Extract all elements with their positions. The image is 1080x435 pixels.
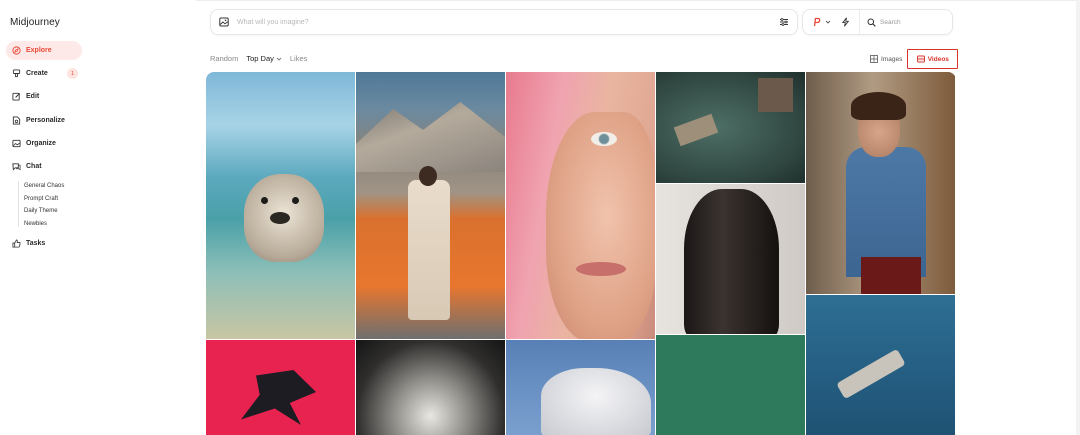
personalize-icon (11, 115, 21, 125)
filter-likes[interactable]: Likes (290, 54, 308, 63)
app-root: Midjourney Explore Create 1 Edit Persona… (0, 0, 1080, 435)
search-input[interactable]: Search (880, 19, 901, 26)
explore-gallery (206, 72, 956, 435)
filter-top-day-label: Top Day (246, 54, 274, 63)
brush-icon (11, 69, 21, 79)
gallery-item-pink-hair-woman[interactable] (506, 72, 655, 339)
gallery-item-runner-red[interactable] (206, 340, 355, 435)
sidebar-item-edit[interactable]: Edit (6, 87, 186, 106)
filter-top-day[interactable]: Top Day (246, 54, 282, 63)
sidebar-item-label: Organize (26, 139, 56, 147)
sidebar-item-label: Personalize (26, 116, 65, 124)
chat-room-general-chaos[interactable]: General Chaos (24, 180, 64, 193)
film-icon (916, 55, 925, 63)
sidebar-item-label: Chat (26, 162, 42, 170)
app-logo[interactable]: Midjourney (10, 17, 60, 28)
toolbox-actions (803, 10, 860, 34)
prompt-bar[interactable]: What will you imagine? (210, 9, 798, 35)
sidebar-item-create[interactable]: Create 1 (6, 64, 186, 83)
chat-rooms-divider (18, 181, 19, 227)
sidebar-nav: Explore Create 1 Edit Personalize Organi… (6, 41, 186, 180)
chat-room-newbies[interactable]: Newbies (24, 218, 64, 231)
chat-rooms-list: General Chaos Prompt Craft Daily Theme N… (24, 180, 64, 231)
sidebar-item-tasks[interactable]: Tasks (6, 234, 45, 253)
thumbs-up-icon (11, 239, 21, 249)
lightning-icon[interactable] (841, 17, 850, 27)
sort-filters: Random Top Day Likes (210, 54, 307, 63)
gallery-item-black-hair[interactable] (656, 184, 805, 334)
sidebar-item-personalize[interactable]: Personalize (6, 111, 186, 130)
gallery-item-rhino-statue[interactable] (506, 340, 655, 435)
chat-room-prompt-craft[interactable]: Prompt Craft (24, 193, 64, 206)
sidebar-item-organize[interactable]: Organize (6, 134, 186, 153)
create-count-badge: 1 (67, 68, 78, 80)
sidebar-item-label: Create (26, 70, 48, 78)
page-scrollbar[interactable] (1076, 0, 1080, 435)
gallery-item-boat-sea[interactable] (806, 295, 955, 435)
image-folder-icon (11, 138, 21, 148)
tab-images[interactable]: Images (866, 49, 906, 69)
sidebar-item-label: Edit (26, 93, 40, 101)
filter-random[interactable]: Random (210, 54, 238, 63)
gallery-item-fishing-boat[interactable] (656, 72, 805, 183)
search-icon (867, 18, 876, 27)
image-grid-icon (870, 55, 878, 63)
chevron-down-icon (276, 57, 282, 61)
tab-videos[interactable]: Videos (907, 49, 959, 69)
tab-images-label: Images (881, 55, 903, 63)
gallery-item-man-in-suit[interactable] (356, 72, 505, 339)
p-icon[interactable] (812, 17, 821, 27)
sidebar-item-chat[interactable]: Chat (6, 157, 186, 176)
chat-icon (11, 161, 21, 171)
chat-room-daily-theme[interactable]: Daily Theme (24, 205, 64, 218)
sidebar-item-label: Tasks (26, 240, 46, 247)
sliders-icon[interactable] (779, 17, 789, 27)
image-icon[interactable] (219, 17, 229, 27)
compass-icon (11, 46, 21, 56)
edit-icon (11, 92, 21, 102)
tab-videos-label: Videos (927, 55, 949, 63)
search-box[interactable]: Search (860, 18, 901, 27)
gallery-item-crystal-dome[interactable] (356, 340, 505, 435)
sidebar-item-label: Explore (26, 47, 52, 54)
sidebar-item-explore[interactable]: Explore (6, 41, 82, 60)
sidebar-tasks-wrap: Tasks (6, 234, 45, 257)
media-type-tabs: Images Videos (866, 49, 959, 69)
gallery-item-otter[interactable] (206, 72, 355, 339)
toolbox: Search (802, 9, 953, 35)
chevron-down-icon[interactable] (825, 19, 831, 25)
prompt-input[interactable]: What will you imagine? (237, 19, 779, 26)
sidebar: Midjourney Explore Create 1 Edit Persona… (0, 0, 196, 435)
gallery-item-green-wall[interactable] (656, 335, 805, 435)
gallery-item-denim-woman[interactable] (806, 72, 955, 294)
